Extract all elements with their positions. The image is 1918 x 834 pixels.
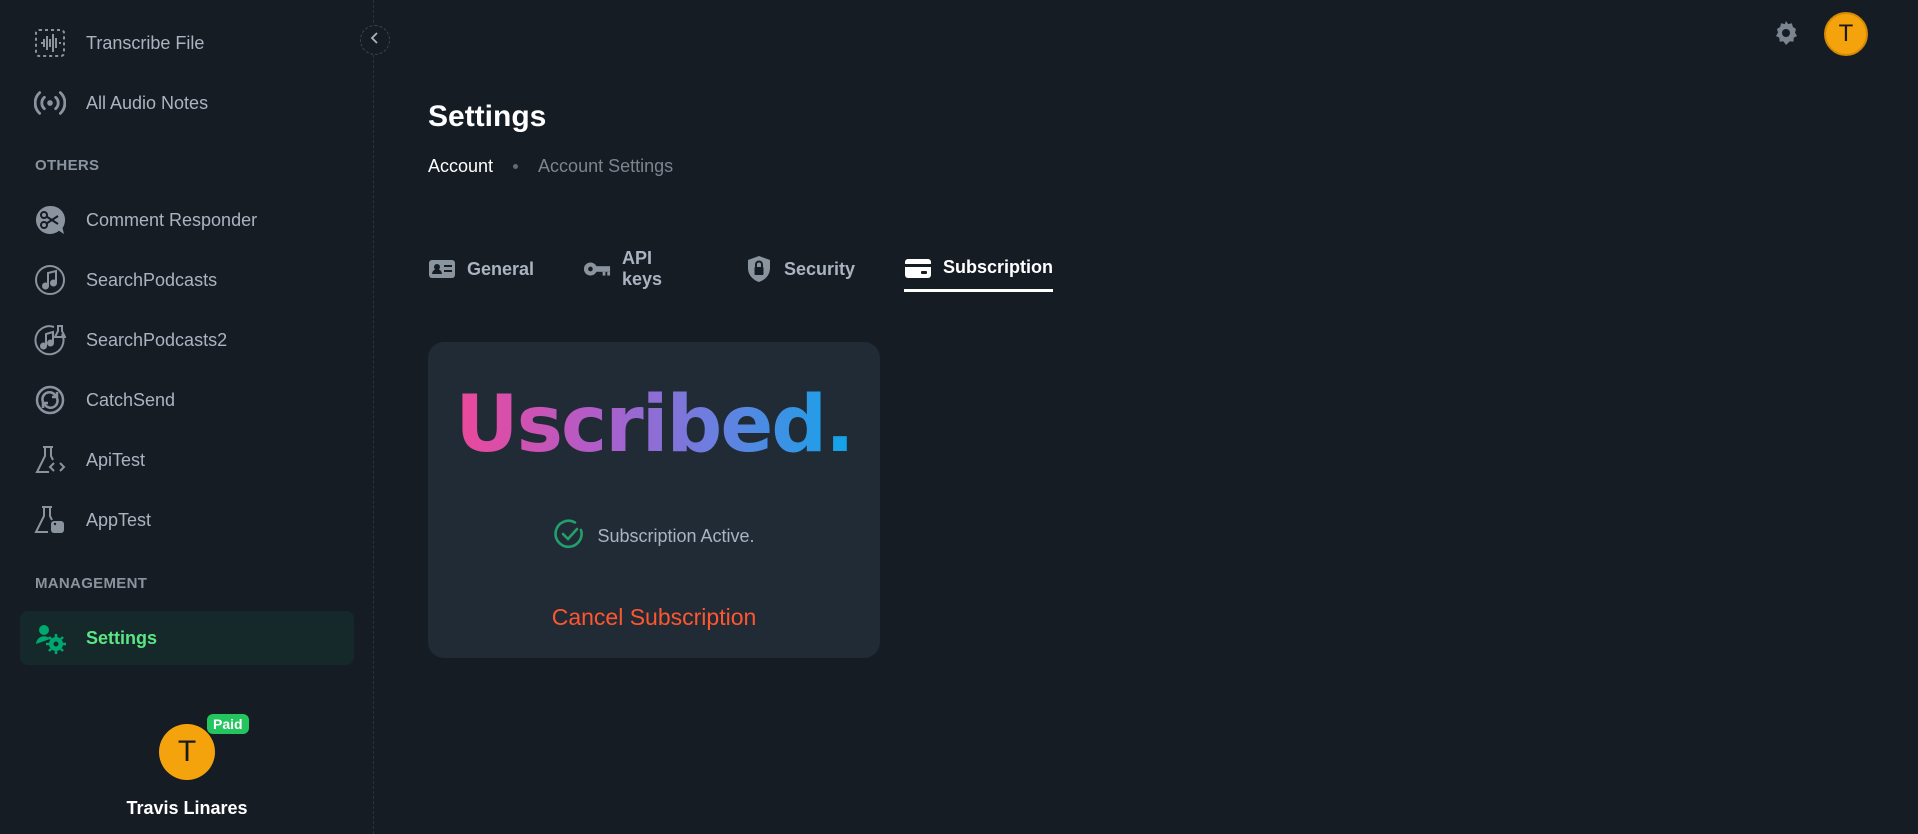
chevron-left-icon [369,31,381,49]
user-profile-block: T Paid Travis Linares [0,710,374,834]
uscribed-logo: Uscribed. [428,380,880,470]
sidebar-item-apitest[interactable]: ApiTest [20,433,354,487]
sidebar-item-label: SearchPodcasts [86,269,218,290]
section-header-others: OTHERS [35,157,100,174]
sidebar-item-comment-responder[interactable]: Comment Responder [20,193,354,247]
waveform-icon [34,27,66,59]
sidebar-item-label: CatchSend [86,389,176,410]
scissors-chat-icon [34,204,66,236]
breadcrumb: Account Account Settings [428,156,673,177]
tab-label: General [467,258,535,279]
sidebar-item-searchpodcasts2[interactable]: SearchPodcasts2 [20,313,354,367]
subscription-card: Uscribed. Subscription Active. Cancel Su… [428,342,880,658]
credit-card-icon [904,254,932,282]
sidebar-item-searchpodcasts[interactable]: SearchPodcasts [20,253,354,307]
sidebar-item-settings[interactable]: Settings [20,611,354,665]
tab-api-keys[interactable]: API keys [583,246,662,292]
key-icon [583,255,611,283]
cancel-subscription-button[interactable]: Cancel Subscription [428,604,880,631]
tab-security[interactable]: Security [745,246,855,292]
tab-general[interactable]: General [428,246,534,292]
sidebar-item-label: Settings [86,627,158,648]
sidebar-item-label: ApiTest [86,449,146,470]
tab-label: Subscription [943,257,1054,277]
settings-button[interactable] [1770,19,1802,51]
logo-text: Uscribed. [455,380,854,470]
tab-label: Security [784,258,856,279]
tab-subscription[interactable]: Subscription [904,246,1054,292]
broadcast-icon [34,87,66,119]
avatar[interactable]: T [159,724,215,780]
breadcrumb-account[interactable]: Account [428,156,493,177]
flask-code-icon [34,444,66,476]
check-circle-icon [553,518,585,555]
sidebar-item-label: SearchPodcasts2 [86,329,228,350]
subscription-status: Subscription Active. [428,518,880,555]
music-note-flask-icon [34,324,66,356]
page-title: Settings [428,100,547,133]
sync-circle-icon [34,384,66,416]
sidebar-item-label: All Audio Notes [86,92,209,113]
sidebar-collapse-button[interactable] [360,25,390,55]
music-note-icon [34,264,66,296]
status-badge: Paid [207,714,249,734]
id-card-icon [428,255,456,283]
sidebar: Transcribe File All Audio Notes OTHERS C… [0,0,374,834]
user-name: Travis Linares [126,798,248,818]
flask-python-icon [34,504,66,536]
shield-lock-icon [745,255,773,283]
sidebar-item-apptest[interactable]: AppTest [20,493,354,547]
app-root: Transcribe File All Audio Notes OTHERS C… [0,0,1918,834]
sidebar-item-label: Transcribe File [86,32,205,53]
sidebar-item-transcribe-file[interactable]: Transcribe File [20,16,354,70]
gear-icon [1773,20,1799,51]
sidebar-item-label: Comment Responder [86,209,258,230]
section-header-management: MANAGEMENT [35,575,148,592]
sidebar-item-catchsend[interactable]: CatchSend [20,373,354,427]
account-avatar[interactable]: T [1824,12,1868,56]
status-text: Subscription Active. [597,526,755,546]
settings-cog-icon [34,622,66,654]
sidebar-item-all-audio-notes[interactable]: All Audio Notes [20,76,354,130]
tab-label: API keys [622,248,663,289]
breadcrumb-account-settings: Account Settings [538,156,674,176]
breadcrumb-separator [513,164,519,169]
sidebar-item-label: AppTest [86,509,152,530]
